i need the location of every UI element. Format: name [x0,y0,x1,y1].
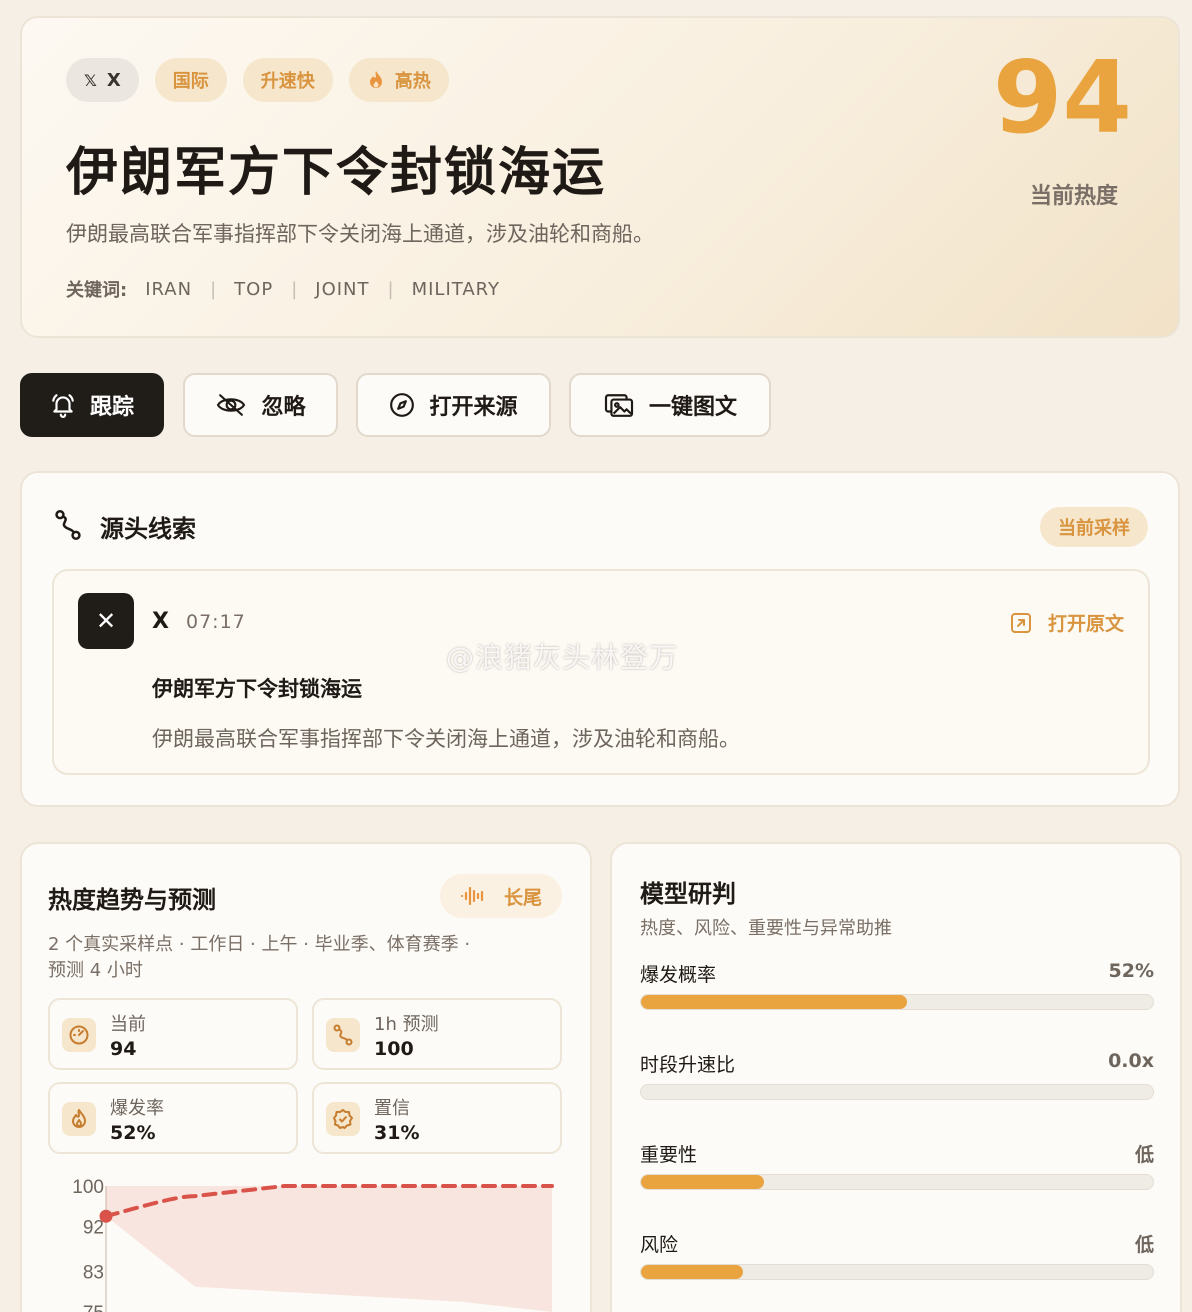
stat-value: 100 [374,1038,414,1060]
ignore-button[interactable]: 忽略 [183,373,338,437]
page-title: 伊朗军方下令封锁海运 [66,143,607,203]
metric-fill [641,1265,744,1279]
y-tick-label: 75 [83,1303,104,1312]
keyword[interactable]: IRAN [145,279,192,300]
bell-icon [52,394,74,418]
stat-value: 52% [110,1122,156,1144]
pattern-badge: 长尾 [439,874,562,918]
metric-value: 低 [1134,1234,1154,1256]
tag-international[interactable]: 国际 [154,58,227,102]
one-click-label: 一键图文 [648,395,737,420]
eye-off-icon [217,394,246,416]
open-original-link[interactable]: 打开原文 [1010,609,1124,636]
open-source-button[interactable]: 打开来源 [356,373,551,437]
pattern-label: 长尾 [503,886,542,909]
stat-label: 当前 [110,1014,146,1035]
flame-icon [62,1102,96,1136]
trend-chart: 100 92 83 75 [72,1177,554,1312]
trend-meta: 2 个真实采样点 · 工作日 · 上午 · 毕业季、体育赛季 · [48,934,471,955]
compass-icon [390,393,415,417]
source-platform: X [152,609,169,634]
metric-label: 重要性 [640,1144,698,1166]
metric-track [640,1174,1154,1190]
forecast-band [106,1186,552,1312]
trend-title: 热度趋势与预测 [48,886,216,914]
trend-meta-forecast: 预测 4 小时 [48,960,143,981]
one-click-graphic-button[interactable]: 一键图文 [569,373,771,437]
source-headline: 伊朗军方下令封锁海运 [152,677,362,701]
source-title: 源头线索 [100,515,196,543]
source-time: 07:17 [186,611,246,633]
keyword-divider: | [210,278,217,300]
source-summary: 伊朗最高联合军事指挥部下令关闭海上通道，涉及油轮和商船。 [152,727,740,751]
hero-description: 伊朗最高联合军事指挥部下令关闭海上通道，涉及油轮和商船。 [66,222,654,246]
stat-label: 1h 预测 [374,1014,439,1035]
model-subtitle: 热度、风险、重要性与异常助推 [640,918,892,939]
stat-value: 31% [374,1122,420,1144]
y-tick-label: 100 [72,1177,104,1198]
route-icon [326,1018,360,1052]
badge-check-icon [326,1102,360,1136]
heat-score: 94 [992,39,1132,156]
keyword-list: 关键词: IRAN | TOP | JOINT | MILITARY [66,276,500,302]
heat-label: 当前热度 [1029,184,1118,209]
tag-platform-x[interactable]: 𝕏 X [66,58,139,102]
y-tick-label: 83 [83,1263,104,1284]
open-original-label: 打开原文 [1047,613,1124,635]
metric-label: 爆发概率 [640,964,717,986]
ignore-label: 忽略 [261,395,306,420]
track-button[interactable]: 跟踪 [20,373,164,437]
metric-fill [641,995,908,1009]
keyword-divider: | [387,278,394,300]
tag-label: 国际 [172,71,209,92]
metric-label: 风险 [640,1234,679,1256]
stat-label: 置信 [374,1098,410,1119]
stat-current: 当前 94 [48,998,298,1070]
trend-card: 热度趋势与预测 长尾 2 个真实采样点 · 工作日 · 上午 · 毕业季、体育赛… [20,842,592,1312]
stat-value: 94 [110,1038,137,1060]
metric-track [640,1084,1154,1100]
route-icon [55,510,81,540]
keywords-label: 关键词: [66,280,128,301]
metric-fill [641,1175,764,1189]
images-icon [604,394,634,417]
watermark-text: @浪猪灰头林登万 [446,641,679,674]
metric-value: 0.0x [1108,1050,1154,1072]
flame-icon [369,71,382,88]
gauge-icon [62,1018,96,1052]
close-icon: ✕ [78,593,134,649]
metric-label: 时段升速比 [640,1054,736,1076]
hero-card: 𝕏 X 国际 升速快 高热 伊朗军方下令封锁海运 伊朗最高联合军事指挥部下令关闭… [20,16,1180,338]
metric-track [640,1264,1154,1280]
model-card: 模型研判 热度、风险、重要性与异常助推 爆发概率 52% 时段升速比 0.0x … [610,842,1182,1312]
keyword[interactable]: JOINT [315,279,369,300]
keyword-divider: | [291,278,298,300]
data-point [99,1209,113,1223]
tag-label: 高热 [394,71,431,92]
sample-badge: 当前采样 [1040,507,1148,547]
x-logo-icon: 𝕏 [84,70,97,90]
stat-forecast-1h: 1h 预测 100 [312,998,562,1070]
y-tick-label: 92 [83,1217,104,1238]
tag-label: X [106,69,121,91]
metric-value: 低 [1134,1144,1154,1166]
metric-value: 52% [1108,960,1154,982]
keyword[interactable]: TOP [234,279,273,300]
metric-track [640,994,1154,1010]
waveform-icon [460,886,484,906]
stat-confidence: 置信 31% [312,1082,562,1154]
tag-rising-fast[interactable]: 升速快 [242,58,333,102]
keyword[interactable]: MILITARY [412,279,500,300]
stat-label: 爆发率 [110,1098,164,1119]
track-label: 跟踪 [89,395,134,420]
open-source-label: 打开来源 [429,395,518,420]
tag-hot[interactable]: 高热 [348,58,449,102]
tag-label: 升速快 [260,71,315,92]
external-link-icon [1010,612,1031,633]
tag-list: 𝕏 X 国际 升速快 高热 [66,58,449,102]
model-title: 模型研判 [640,880,736,908]
stat-burst-rate: 爆发率 52% [48,1082,298,1154]
